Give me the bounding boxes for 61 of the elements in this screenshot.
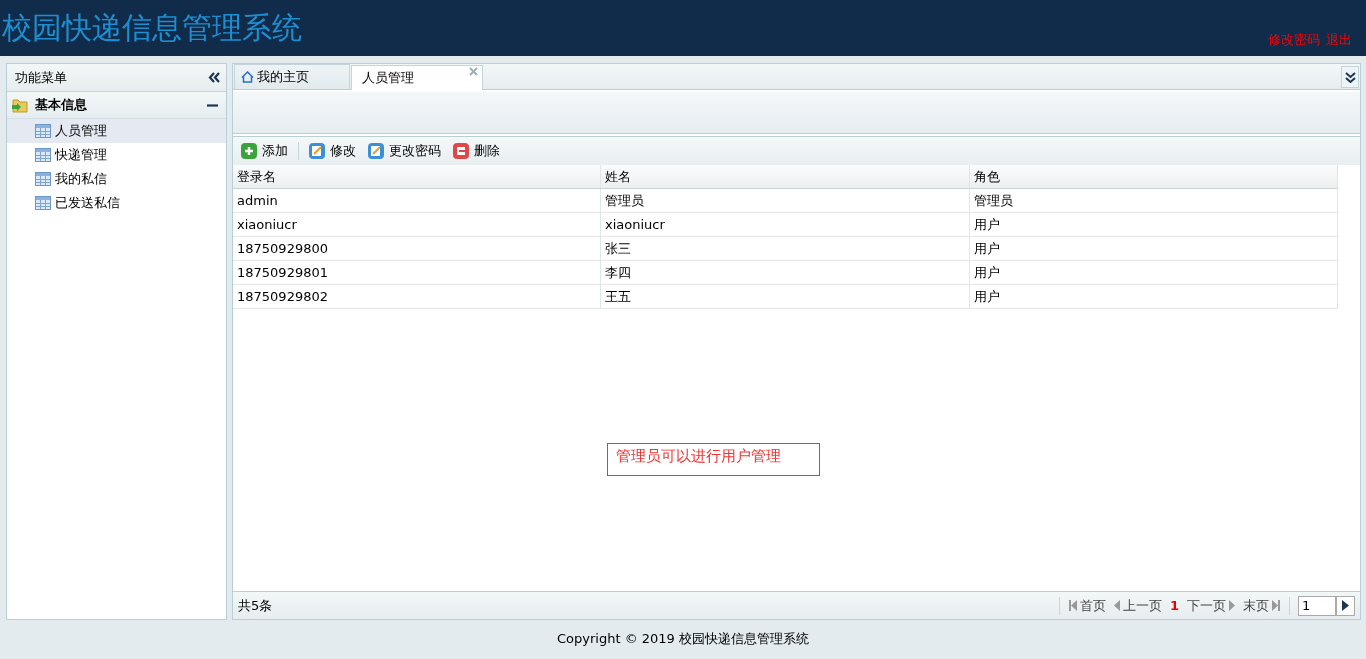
plus-icon: [241, 143, 257, 159]
table-cell: 管理员: [601, 189, 970, 212]
pencil-icon: [368, 143, 384, 159]
table-cell: 用户: [970, 261, 1338, 284]
table-cell: 用户: [970, 237, 1338, 260]
play-icon: [1342, 600, 1349, 611]
tab[interactable]: 人员管理: [351, 65, 483, 90]
current-page: 1: [1169, 598, 1179, 613]
pencil-icon: [309, 143, 325, 159]
table-icon: [35, 172, 51, 186]
prev-page-icon: [1113, 600, 1120, 611]
annotation-note: 管理员可以进行用户管理: [607, 443, 820, 476]
menu-group-header[interactable]: 基本信息: [7, 92, 226, 119]
menu-item[interactable]: 已发送私信: [7, 191, 226, 215]
menu-item[interactable]: 快递管理: [7, 143, 226, 167]
table-cell: xiaoniucr: [233, 213, 601, 236]
table-cell: xiaoniucr: [601, 213, 970, 236]
app-title: 校园快递信息管理系统: [2, 9, 302, 47]
toolbar-button[interactable]: 添加: [239, 139, 290, 163]
table-cell: admin: [233, 189, 601, 212]
folder-icon: [11, 97, 29, 113]
next-page-link[interactable]: 下一页: [1187, 596, 1235, 615]
column-header[interactable]: 登录名: [233, 165, 601, 188]
prev-page-link[interactable]: 上一页: [1113, 596, 1162, 615]
header-link[interactable]: 修改密码: [1268, 31, 1320, 49]
table-icon: [35, 148, 51, 162]
first-page-link[interactable]: 首页: [1067, 596, 1106, 615]
home-icon: [241, 71, 254, 83]
table-cell: 王五: [601, 285, 970, 308]
table-cell: 管理员: [970, 189, 1338, 212]
tab[interactable]: 我的主页: [234, 64, 350, 89]
last-page-icon: [1272, 600, 1281, 611]
toolbar-button[interactable]: 修改: [307, 139, 358, 163]
collapse-icon[interactable]: [208, 72, 220, 83]
menu-item[interactable]: 人员管理: [7, 119, 226, 143]
chevron-down-icon: [1344, 71, 1356, 83]
table-cell: 张三: [601, 237, 970, 260]
table-cell: 18750929800: [233, 237, 601, 260]
column-header[interactable]: 姓名: [601, 165, 970, 188]
toolbar-button[interactable]: 更改密码: [366, 139, 443, 163]
page-input[interactable]: 1: [1298, 595, 1336, 616]
table-icon: [35, 196, 51, 210]
copyright-text: Copyright © 2019 校园快递信息管理系统: [557, 630, 809, 648]
total-count: 共5条: [238, 596, 274, 615]
panel-title: 功能菜单: [15, 68, 67, 87]
table-icon: [35, 124, 51, 138]
tabs-menu-button[interactable]: [1341, 66, 1359, 88]
go-button[interactable]: [1336, 595, 1355, 616]
table-cell: 用户: [970, 213, 1338, 236]
next-page-icon: [1229, 600, 1235, 611]
toolbar-button[interactable]: 删除: [451, 139, 502, 163]
minus-icon: [453, 143, 469, 159]
column-header[interactable]: 角色: [970, 165, 1338, 188]
last-page-link[interactable]: 末页: [1243, 596, 1281, 615]
menu-item[interactable]: 我的私信: [7, 167, 226, 191]
table-cell: 18750929802: [233, 285, 601, 308]
table-cell: 18750929801: [233, 261, 601, 284]
first-page-icon: [1067, 600, 1077, 611]
table-cell: 李四: [601, 261, 970, 284]
header-link[interactable]: 退出: [1326, 31, 1352, 49]
table-cell: 用户: [970, 285, 1338, 308]
